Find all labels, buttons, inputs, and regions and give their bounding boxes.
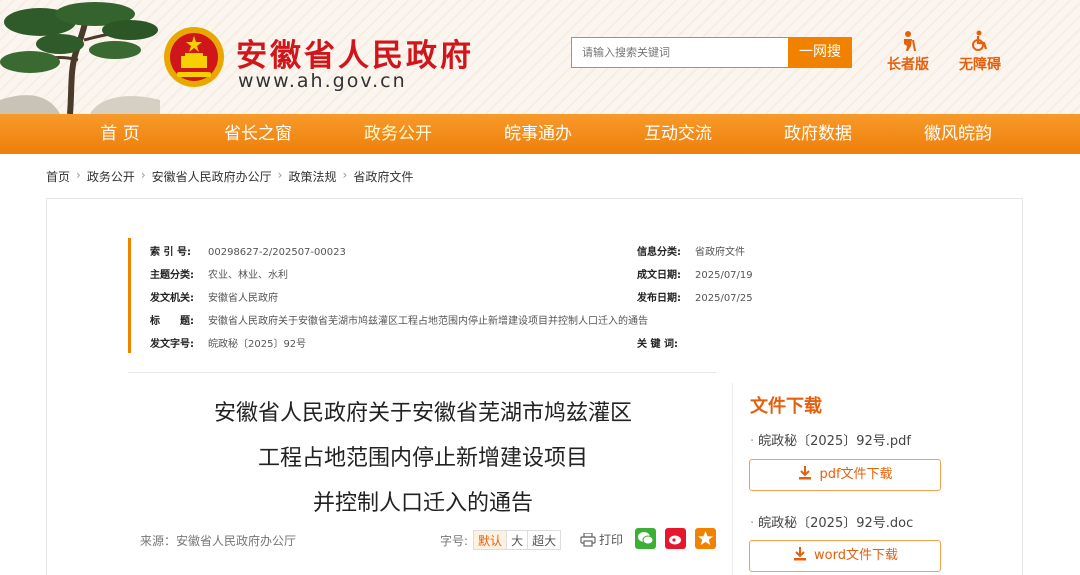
breadcrumb-item[interactable]: 省政府文件 [353,168,413,185]
share-weibo-button[interactable] [665,528,686,549]
download-file-name-text: 皖政秘〔2025〕92号.pdf [758,434,911,449]
national-emblem-icon [164,27,224,87]
search-box [571,37,789,68]
chevron-right-icon: › [277,168,283,182]
accessibility-button[interactable]: 无障碍 [952,30,1008,74]
meta-info-class-row: 信息分类: 省政府文件 [637,243,745,258]
site-title[interactable]: 安徽省人民政府 [236,30,474,75]
meta-index-value: 00298627-2/202507-00023 [208,247,346,258]
bullet-icon: · [750,516,755,531]
print-label: 打印 [599,533,624,547]
chevron-right-icon: › [140,168,146,182]
nav-item-gov-data[interactable]: 政府数据 [748,114,888,154]
print-button[interactable]: 打印 [580,531,623,548]
search-button[interactable]: 一网搜 [788,37,852,68]
meta-issuer-value: 安徽省人民政府 [208,293,278,304]
download-icon [794,547,807,561]
meta-topic-value: 农业、林业、水利 [208,270,288,281]
download-icon [799,466,812,480]
bullet-icon: · [750,434,755,449]
sidebar-divider [732,383,733,575]
share-favorite-button[interactable] [695,528,716,549]
meta-title-value: 安徽省人民政府关于安徽省芜湖市鸠兹灌区工程占地范围内停止新增建设项目并控制人口迁… [208,316,648,327]
meta-label: 成文日期: [637,270,681,281]
elder-mode-button[interactable]: 长者版 [880,30,936,74]
printer-icon [580,532,596,547]
pdf-download-button[interactable]: pdf文件下载 [749,459,941,491]
breadcrumb-item[interactable]: 政策法规 [288,168,336,185]
search-input[interactable] [572,38,789,67]
meta-label: 索 引 号: [150,247,191,258]
font-size-label: 字号: [440,533,469,548]
meta-issuer-row: 发文机关: 安徽省人民政府 [150,289,278,304]
breadcrumb-item[interactable]: 安徽省人民政府办公厅 [152,168,272,185]
meta-keywords-row: 关 键 词: [637,335,695,350]
elder-mode-label: 长者版 [887,57,929,73]
meta-label: 关 键 词: [637,339,678,350]
word-download-button[interactable]: word文件下载 [749,540,941,572]
meta-label: 主题分类: [150,270,194,281]
meta-info-class-value: 省政府文件 [695,247,745,258]
accessibility-label: 无障碍 [959,57,1001,73]
chevron-right-icon: › [342,168,348,182]
breadcrumb: 首页 › 政务公开 › 安徽省人民政府办公厅 › 政策法规 › 省政府文件 [46,168,413,185]
meta-doc-no-value: 皖政秘〔2025〕92号 [208,339,307,350]
meta-index-row: 索 引 号: 00298627-2/202507-00023 [150,243,346,258]
meta-title-row: 标 题: 安徽省人民政府关于安徽省芜湖市鸠兹灌区工程占地范围内停止新增建设项目并控… [150,312,648,327]
meta-label: 标 题: [150,316,194,327]
nav-item-governor[interactable]: 省长之窗 [188,114,328,154]
meta-date-made-row: 成文日期: 2025/07/19 [637,266,753,281]
meta-date-pub-value: 2025/07/25 [695,293,753,304]
chevron-right-icon: › [76,168,81,182]
document-title: 安徽省人民政府关于安徽省芜湖市鸠兹灌区 工程占地范围内停止新增建设项目 并控制人… [130,391,716,526]
nav-item-culture[interactable]: 徽风皖韵 [888,114,1028,154]
word-download-label: word文件下载 [814,548,898,563]
elder-person-icon [904,31,916,52]
wechat-icon [638,532,654,545]
meta-label: 发文机关: [150,293,194,304]
download-file-name: · 皖政秘〔2025〕92号.doc [750,512,913,531]
nav-item-gov-affairs[interactable]: 政务公开 [328,114,468,154]
meta-date-pub-row: 发布日期: 2025/07/25 [637,289,753,304]
document-source: 来源：安徽省人民政府办公厅 [140,534,297,548]
meta-doc-no-row: 发文字号: 皖政秘〔2025〕92号 [150,335,306,350]
wheelchair-icon [972,30,988,51]
font-size-control: 字号: 默认 大 超大 [440,530,562,550]
breadcrumb-item[interactable]: 首页 [46,168,70,185]
download-heading: 文件下载 [750,396,822,417]
meta-label: 信息分类: [637,247,681,258]
download-file-name: · 皖政秘〔2025〕92号.pdf [750,430,911,449]
weibo-icon [669,535,681,545]
nav-item-interaction[interactable]: 互动交流 [608,114,748,154]
document-title-line: 工程占地范围内停止新增建设项目 [257,446,588,471]
font-size-default-button[interactable]: 默认 [473,530,508,550]
meta-label: 发布日期: [637,293,681,304]
meta-date-made-value: 2025/07/19 [695,270,753,281]
document-title-line: 并控制人口迁入的通告 [312,491,533,516]
nav-item-home[interactable]: 首 页 [70,114,170,154]
font-size-xlarge-button[interactable]: 超大 [527,530,562,550]
star-icon [698,531,713,545]
main-nav: 首 页 省长之窗 政务公开 皖事通办 互动交流 政府数据 徽风皖韵 [0,114,1080,154]
site-url: www.ah.gov.cn [238,70,407,92]
meta-topic-row: 主题分类: 农业、林业、水利 [150,266,288,281]
divider [128,372,716,373]
font-size-large-button[interactable]: 大 [506,530,529,550]
document-title-line: 安徽省人民政府关于安徽省芜湖市鸠兹灌区 [213,401,632,426]
share-wechat-button[interactable] [635,528,656,549]
site-header: 安徽省人民政府 www.ah.gov.cn 一网搜 长者版 无障碍 [0,0,1080,114]
download-file-name-text: 皖政秘〔2025〕92号.doc [758,516,914,531]
pine-tree-logo-art [0,2,160,114]
meta-label: 发文字号: [150,339,194,350]
pdf-download-label: pdf文件下载 [819,467,893,482]
breadcrumb-item[interactable]: 政务公开 [87,168,135,185]
nav-item-services[interactable]: 皖事通办 [468,114,608,154]
